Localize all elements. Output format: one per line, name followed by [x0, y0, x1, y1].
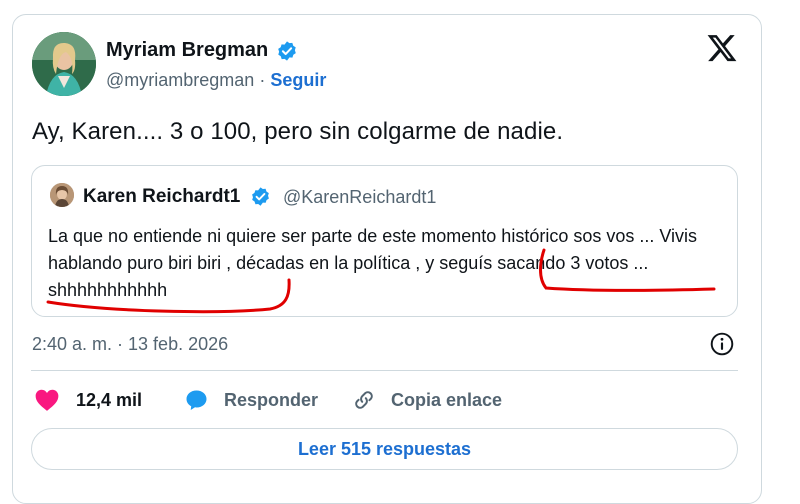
- follow-button[interactable]: Seguir: [270, 70, 326, 90]
- x-logo-icon[interactable]: [706, 32, 738, 64]
- copy-link-label: Copia enlace: [391, 389, 503, 410]
- read-replies-label: Leer 515 respuestas: [297, 438, 472, 459]
- author-name[interactable]: Myriam Bregman: [106, 39, 268, 62]
- tweet-timestamp[interactable]: 2:40 a. m. · 13 feb. 2026: [32, 334, 228, 355]
- quoted-author-handle: @KarenReichardt1: [283, 187, 437, 207]
- reply-button[interactable]: Responder: [184, 388, 318, 412]
- tweet-text: Ay, Karen.... 3 o 100, pero sin colgarme…: [32, 118, 564, 145]
- read-replies-button[interactable]: Leer 515 respuestas: [31, 428, 738, 470]
- author-avatar[interactable]: [32, 32, 96, 96]
- copy-link-button[interactable]: Copia enlace: [352, 388, 502, 412]
- heart-icon: [35, 389, 59, 411]
- quoted-author-name: Karen Reichardt1: [83, 186, 241, 207]
- link-icon: [355, 391, 373, 409]
- quoted-tweet[interactable]: Karen Reichardt1 @KarenReichardt1 La que…: [31, 165, 738, 317]
- verified-badge-icon: [252, 187, 269, 206]
- divider: [31, 370, 738, 371]
- handle-separator: ·: [259, 70, 266, 90]
- like-button[interactable]: 12,4 mil: [34, 388, 142, 412]
- author-handle[interactable]: @myriambregman: [106, 70, 254, 90]
- info-icon[interactable]: [709, 331, 735, 357]
- author-handle-line: @myriambregman · Seguir: [106, 70, 326, 91]
- quoted-author-avatar[interactable]: [50, 183, 74, 207]
- quoted-tweet-text: La que no entiende ni quiere ser parte d…: [48, 226, 698, 300]
- reply-label: Responder: [224, 389, 319, 410]
- speech-bubble-icon: [186, 390, 207, 410]
- like-count: 12,4 mil: [76, 389, 143, 410]
- verified-badge-icon: [278, 41, 296, 61]
